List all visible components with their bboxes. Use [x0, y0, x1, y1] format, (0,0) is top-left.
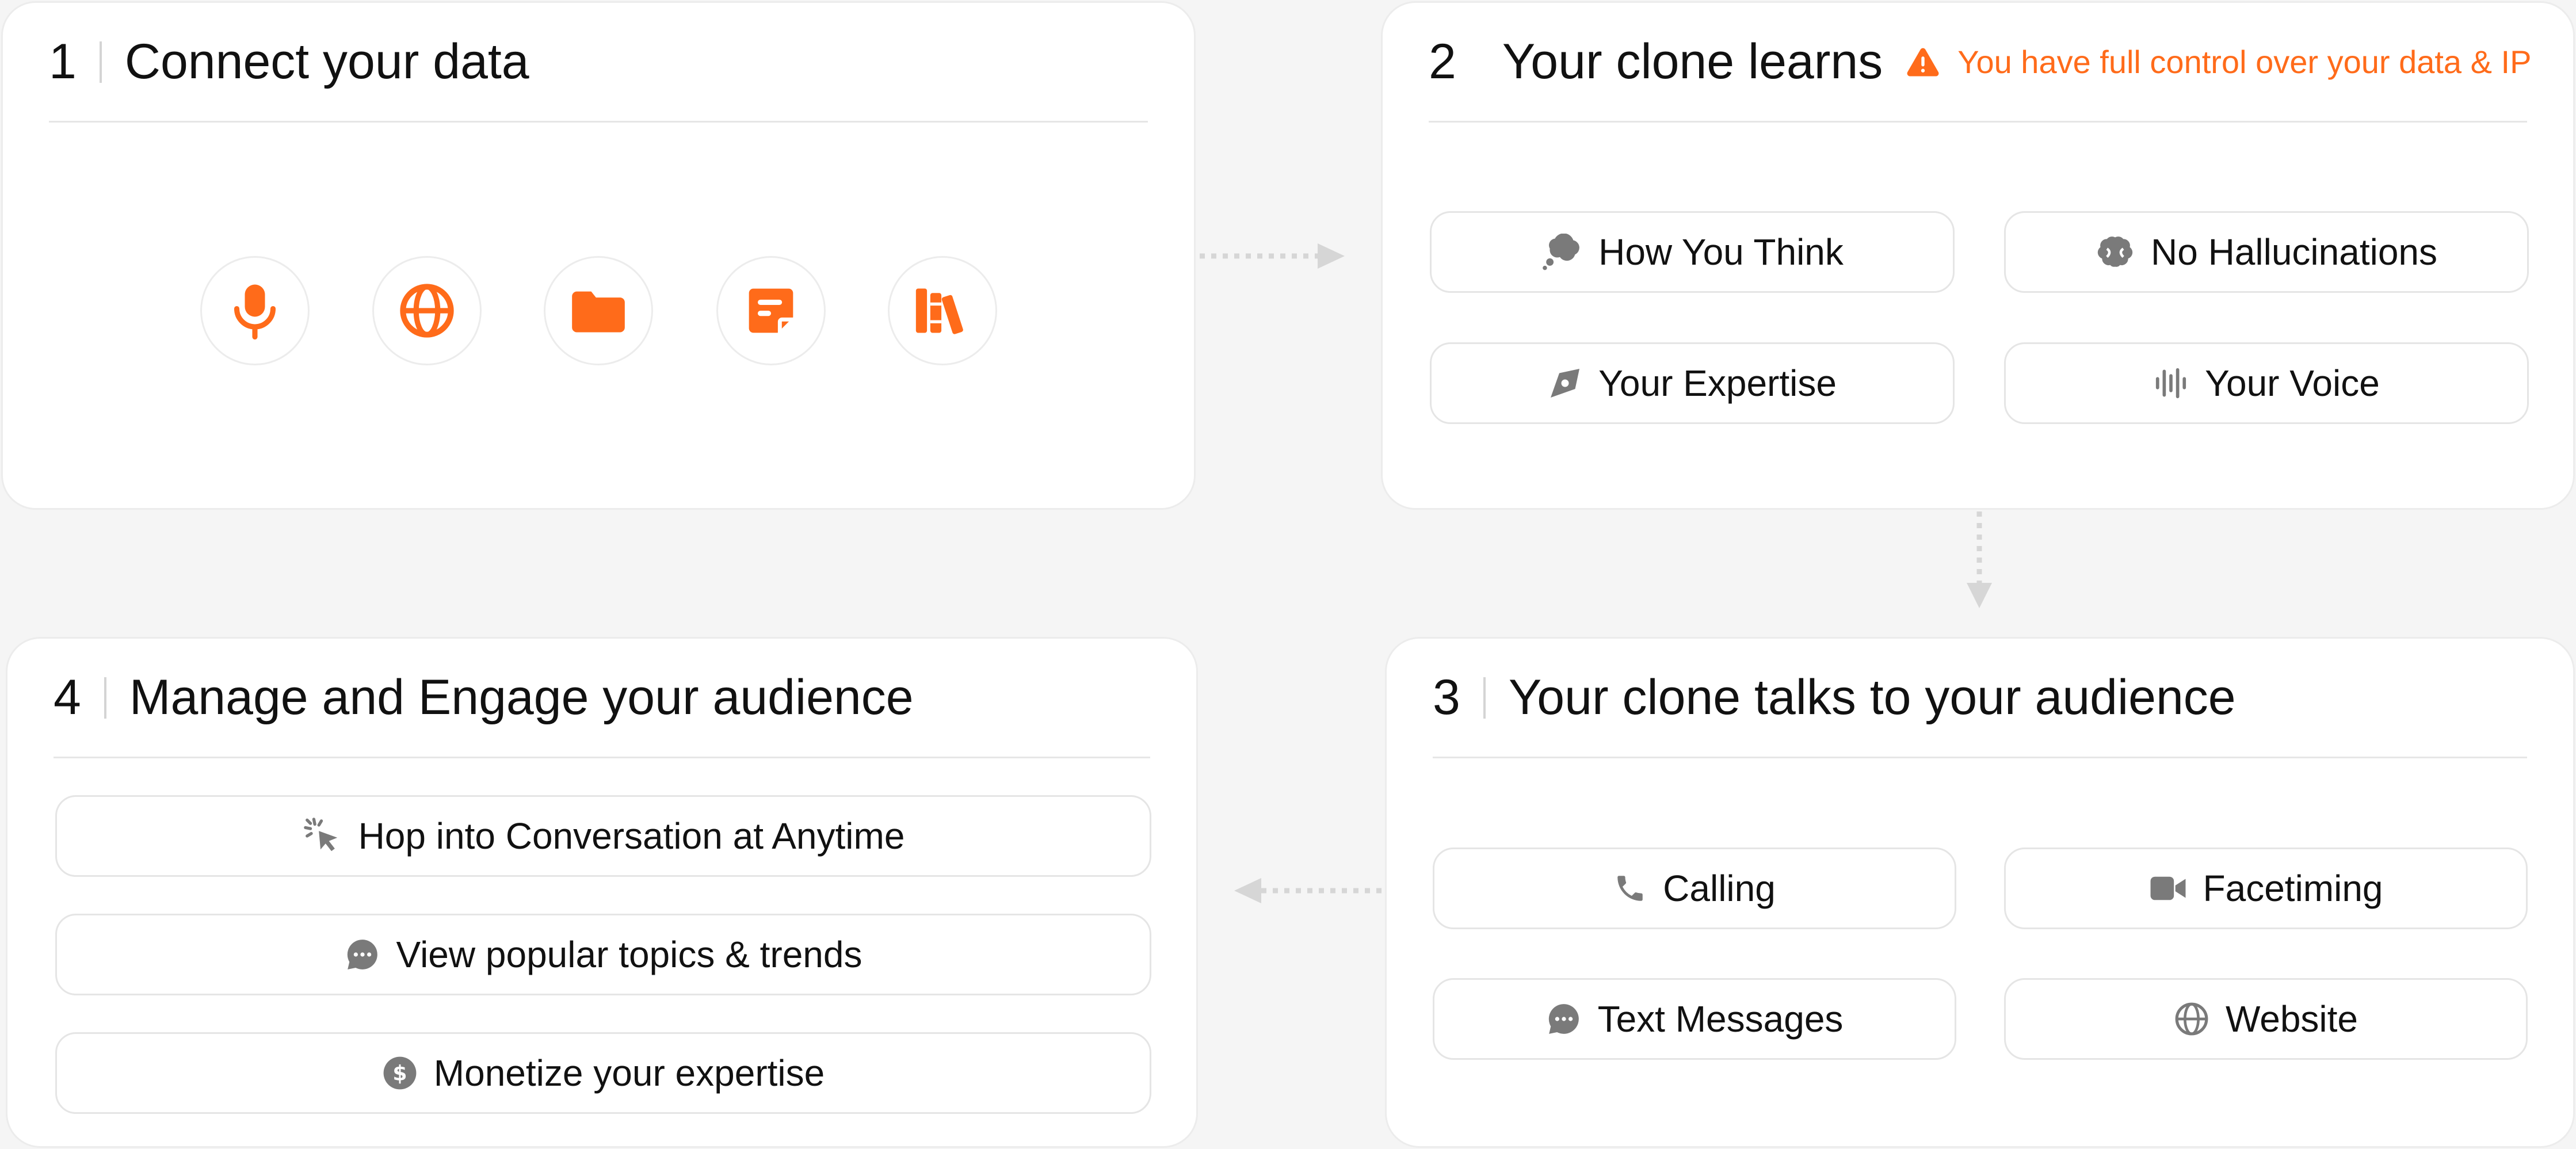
chip-label: Text Messages — [1597, 998, 1844, 1040]
chip-label: No Hallucinations — [2150, 231, 2438, 273]
chat-bubble-icon — [347, 940, 377, 969]
arrow-left-connector — [1234, 878, 1382, 903]
step-4-header: 4 Manage and Engage your audience — [54, 639, 1150, 758]
phone-icon — [1617, 876, 1643, 901]
microphone-icon — [234, 284, 276, 339]
microphone-source[interactable] — [200, 256, 310, 365]
chip-label: Your Expertise — [1598, 362, 1837, 404]
chip-label: Your Voice — [2205, 362, 2380, 404]
notes-source[interactable] — [716, 256, 826, 365]
step-title: Your clone talks to your audience — [1508, 670, 2236, 725]
step-3-header: 3 Your clone talks to your audience — [1433, 639, 2527, 758]
globe-icon — [400, 284, 454, 338]
step-number: 3 — [1433, 670, 1460, 725]
globe-icon — [2175, 1002, 2208, 1036]
website-source[interactable] — [372, 256, 482, 365]
chip-hop-into-conversation[interactable]: Hop into Conversation at Anytime — [55, 795, 1151, 877]
files-source[interactable] — [544, 256, 653, 365]
note-icon — [749, 288, 793, 333]
chip-your-voice[interactable]: Your Voice — [2004, 342, 2529, 424]
step-number: 4 — [54, 670, 81, 725]
chip-facetiming[interactable]: Facetiming — [2004, 848, 2528, 929]
chip-how-you-think[interactable]: How You Think — [1430, 211, 1955, 293]
divider — [1483, 677, 1486, 719]
notice-text: You have full control over your data & I… — [1957, 44, 2532, 80]
dollar-coin-icon: $ — [383, 1056, 417, 1090]
video-camera-icon — [2150, 876, 2185, 900]
step-2-header: 2 Your clone learns You have full contro… — [1429, 3, 2531, 123]
chip-no-hallucinations[interactable]: No Hallucinations — [2004, 211, 2529, 293]
arrow-right-connector — [1200, 243, 1345, 269]
cursor-click-icon — [303, 818, 337, 852]
step-title: Your clone learns — [1502, 34, 1883, 89]
chip-text-messages[interactable]: Text Messages — [1433, 978, 1956, 1060]
data-control-notice: You have full control over your data & I… — [1906, 43, 2531, 81]
thought-bubble-icon — [1543, 234, 1579, 270]
arrow-down-connector — [1967, 511, 1992, 608]
chip-label: Website — [2225, 998, 2359, 1040]
divider — [99, 41, 102, 83]
chip-label: Facetiming — [2203, 868, 2383, 909]
soundwave-icon — [2156, 368, 2186, 399]
svg-text:$: $ — [392, 1061, 407, 1086]
step-number: 2 — [1429, 34, 1456, 89]
divider — [104, 677, 106, 719]
library-icon — [915, 288, 963, 334]
step-1-header: 1 Connect your data — [49, 3, 1148, 123]
step-3-card: 3 Your clone talks to your audience Call… — [1385, 637, 2575, 1148]
step-title: Connect your data — [124, 34, 529, 89]
chat-bubble-icon — [1548, 1004, 1579, 1034]
expertise-icon — [1551, 369, 1580, 398]
chip-website[interactable]: Website — [2004, 978, 2528, 1060]
chip-label: Calling — [1663, 868, 1776, 909]
folder-icon — [572, 291, 625, 333]
brain-icon — [2097, 236, 2133, 267]
step-2-card: 2 Your clone learns You have full contro… — [1381, 1, 2575, 510]
step-1-card: 1 Connect your data — [1, 1, 1196, 510]
chip-popular-topics[interactable]: View popular topics & trends — [55, 914, 1151, 995]
warning-icon — [1907, 48, 1939, 77]
chip-label: View popular topics & trends — [396, 934, 863, 975]
step-number: 1 — [49, 34, 77, 89]
chip-label: Monetize your expertise — [433, 1052, 825, 1094]
library-source[interactable] — [888, 256, 997, 365]
chip-calling[interactable]: Calling — [1433, 848, 1956, 929]
chip-label: Hop into Conversation at Anytime — [358, 815, 905, 857]
chip-your-expertise[interactable]: Your Expertise — [1430, 342, 1955, 424]
step-4-card: 4 Manage and Engage your audience Hop in… — [6, 637, 1198, 1148]
step-title: Manage and Engage your audience — [129, 670, 914, 725]
chip-label: How You Think — [1598, 231, 1844, 273]
chip-monetize[interactable]: $ Monetize your expertise — [55, 1032, 1151, 1114]
